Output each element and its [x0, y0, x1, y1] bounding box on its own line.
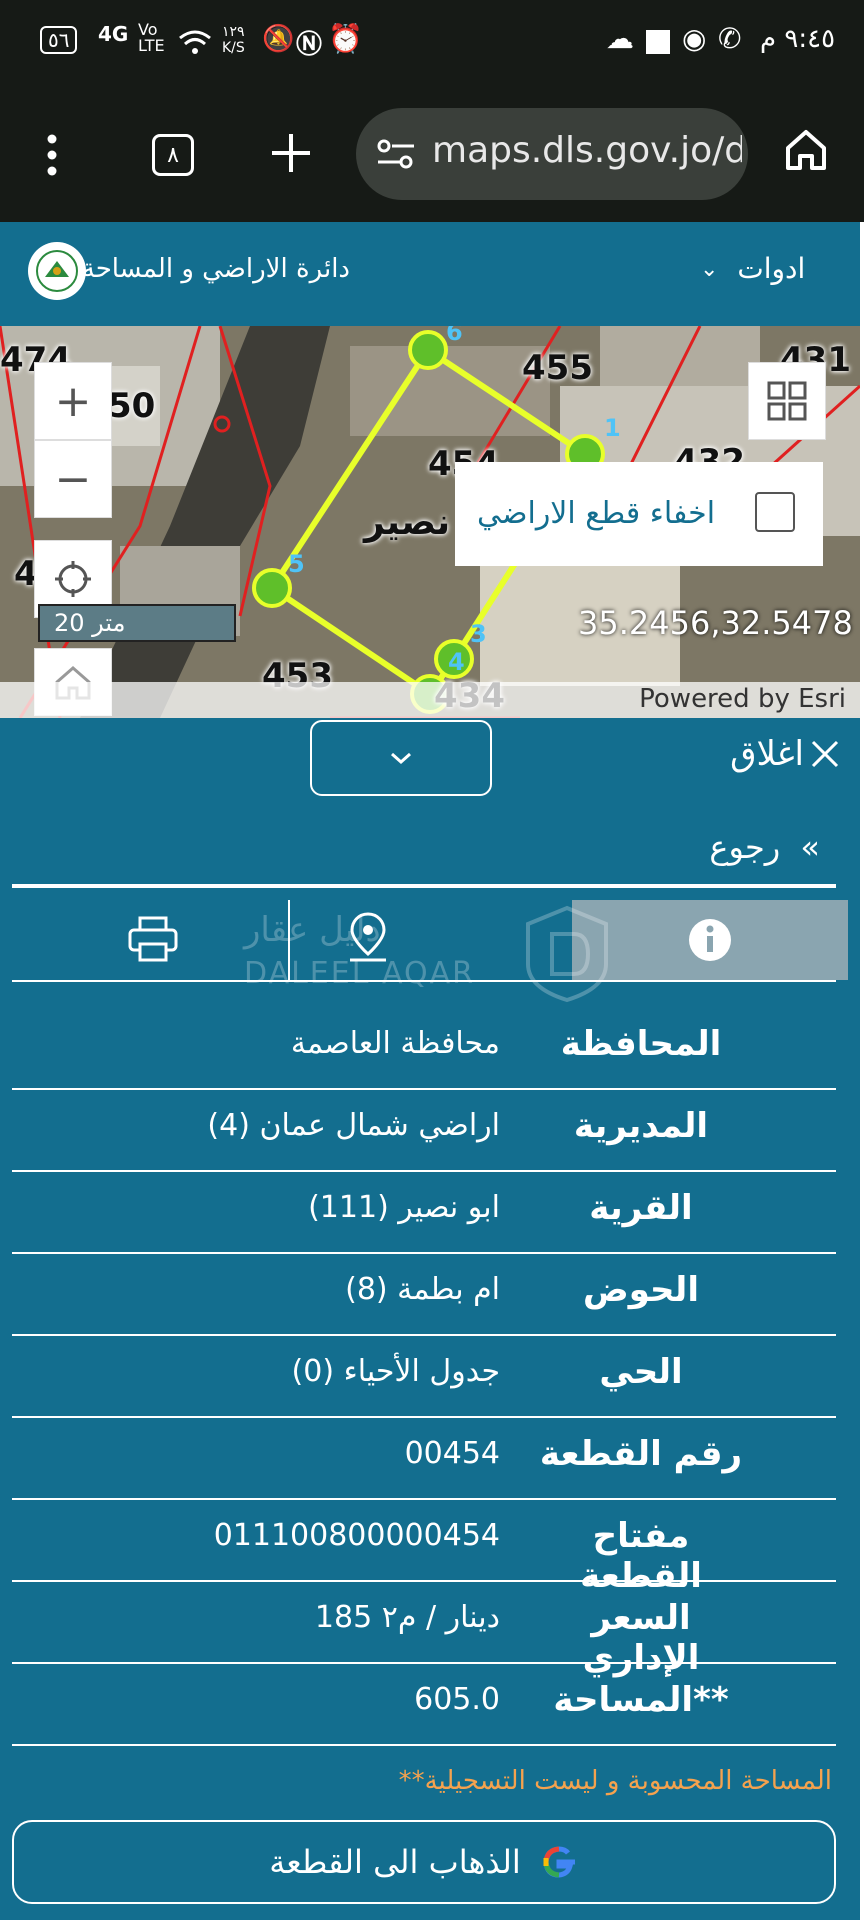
plus-icon: + — [54, 375, 92, 427]
vertex-label: 4 — [448, 648, 465, 676]
url-text[interactable]: maps.dls.gov.jo/d — [432, 130, 742, 171]
row-value: محافظة العاصمة — [290, 1026, 500, 1061]
row-value: ابو نصير (111) — [308, 1190, 500, 1225]
row-key: الحوض — [583, 1270, 699, 1310]
scale-bar: 20 متر — [38, 604, 236, 642]
watermark: دليل عقار DALEEL AQAR — [240, 900, 620, 1003]
area-footnote: **المساحة المحسوبة و ليست التسجيلية — [398, 1766, 832, 1796]
minus-icon: − — [54, 453, 92, 505]
row-key: رقم القطعة — [539, 1434, 743, 1474]
tab-count-button[interactable]: ٨ — [152, 134, 194, 176]
notification-square-icon — [646, 30, 670, 54]
row-key: المديرية — [573, 1106, 709, 1146]
info-row: الحوض ام بطمة (8) — [12, 1254, 836, 1336]
row-key: المساحة** — [553, 1680, 729, 1720]
app-title: دائرة الاراضي و المساحة — [81, 254, 350, 284]
volte-indicator: Vo LTE — [138, 20, 165, 55]
chevron-down-icon — [391, 752, 411, 765]
info-row: القرية ابو نصير (111) — [12, 1172, 836, 1254]
new-tab-icon[interactable] — [270, 132, 312, 174]
info-icon — [689, 919, 731, 961]
nfc-icon: Ⓝ — [296, 30, 323, 60]
cloud-icon: ☁ — [606, 22, 634, 55]
vertex-label: 5 — [288, 550, 305, 578]
back-label: رجوع — [709, 828, 781, 866]
esri-attribution: Powered by Esri — [639, 684, 846, 714]
grid-icon — [767, 381, 807, 421]
collapse-panel-button[interactable] — [310, 720, 492, 796]
vertex-label: 6 — [446, 326, 463, 346]
whatsapp-icon: ✆ — [718, 22, 742, 55]
crosshair-icon — [55, 561, 91, 597]
info-row: السعر الإداري 185 دينار / م٢ — [12, 1582, 836, 1678]
row-value: 00454 — [404, 1436, 500, 1471]
village-label: نصير — [364, 502, 451, 543]
tools-menu[interactable]: ⌄ ادوات — [700, 252, 805, 285]
watermark-arabic: دليل عقار — [244, 910, 381, 950]
basemap-gallery-button[interactable] — [748, 362, 826, 440]
address-bar[interactable]: maps.dls.gov.jo/d — [356, 108, 748, 200]
logo-emblem-icon — [36, 250, 78, 292]
hide-parcels-checkbox[interactable] — [755, 492, 795, 532]
battery-indicator: ٥٦ — [40, 26, 78, 54]
attribution-bar: Powered by Esri — [0, 682, 860, 718]
row-value: 011100800000454 — [213, 1518, 500, 1553]
status-bar: ٥٦ 4G Vo LTE ١٢٩ K/S 🔕 Ⓝ ⏰ ☁ ◉ ✆ ٩:٤٥ م — [0, 0, 864, 88]
close-icon — [811, 740, 839, 768]
row-key: الحي — [599, 1352, 683, 1392]
printer-icon — [128, 916, 178, 962]
row-key: القرية — [589, 1188, 693, 1228]
zoom-in-button[interactable]: + — [34, 362, 112, 440]
home-icon[interactable] — [784, 128, 828, 172]
wifi-icon — [179, 30, 211, 54]
row-value: ام بطمة (8) — [345, 1272, 500, 1307]
tools-label: ادوات — [737, 252, 806, 285]
tab-print[interactable] — [128, 916, 178, 966]
parcel-number: 50 — [108, 386, 156, 426]
clock-time: ٩:٤٥ م — [760, 24, 836, 54]
row-value: جدول الأحياء (0) — [291, 1354, 500, 1389]
coordinates-readout: 35.2456,32.5478 — [578, 604, 853, 642]
go-to-parcel-label: الذهاب الى القطعة — [269, 1843, 521, 1881]
close-button[interactable]: اغلاق — [730, 734, 840, 774]
info-row: الحي جدول الأحياء (0) — [12, 1336, 836, 1418]
info-row: المساحة** 605.0 — [12, 1664, 836, 1746]
vertex-label: 1 — [604, 414, 621, 442]
back-button[interactable]: رجوع « — [709, 828, 820, 866]
speed-indicator: ١٢٩ K/S — [222, 24, 245, 56]
info-row: مفتاح القطعة 011100800000454 — [12, 1500, 836, 1596]
parcel-number: 455 — [522, 348, 593, 388]
google-icon — [543, 1846, 575, 1878]
row-value: 185 دينار / م٢ — [314, 1600, 500, 1635]
hide-parcels-label: اخفاء قطع الاراضي — [477, 496, 716, 531]
row-value: اراضي شمال عمان (4) — [207, 1108, 500, 1143]
parcel-info-panel: اغلاق رجوع « دليل عقار DALEEL AQAR المحا… — [0, 718, 860, 1920]
more-options-icon[interactable] — [46, 134, 58, 176]
browser-toolbar: ٨ maps.dls.gov.jo/d — [0, 88, 864, 222]
info-row: المديرية اراضي شمال عمان (4) — [12, 1090, 836, 1172]
row-value: 605.0 — [414, 1682, 500, 1717]
map-view[interactable]: 474 50 455 454 431 432 453 434 4 نصير 6 … — [0, 326, 860, 718]
watermark-logo-icon — [526, 905, 608, 1003]
info-row: المحافظة محافظة العاصمة — [12, 1008, 836, 1090]
hide-parcels-popup: اخفاء قطع الاراضي — [455, 462, 823, 566]
alarm-icon: ⏰ — [328, 22, 363, 55]
vertex-label: 3 — [470, 620, 487, 648]
close-label: اغلاق — [730, 734, 804, 774]
mute-icon: 🔕 — [262, 24, 295, 54]
row-key: المحافظة — [560, 1024, 722, 1064]
watermark-english: DALEEL AQAR — [244, 956, 475, 991]
network-type: 4G — [98, 22, 129, 46]
site-settings-icon[interactable] — [376, 138, 416, 170]
dls-logo — [28, 242, 86, 300]
go-to-parcel-button[interactable]: الذهاب الى القطعة — [12, 1820, 836, 1904]
app-icon: ◉ — [682, 22, 707, 55]
double-chevron-icon: « — [800, 828, 820, 866]
chevron-down-icon: ⌄ — [700, 257, 719, 282]
divider — [12, 884, 836, 888]
zoom-out-button[interactable]: − — [34, 440, 112, 518]
info-row: رقم القطعة 00454 — [12, 1418, 836, 1500]
app-header: دائرة الاراضي و المساحة ⌄ ادوات — [0, 222, 860, 326]
